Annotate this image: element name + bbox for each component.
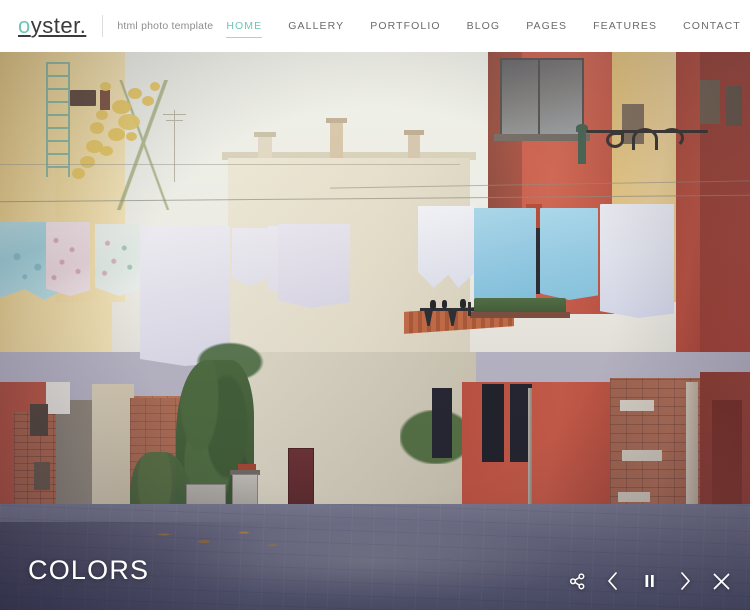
photo-vignette xyxy=(0,52,750,610)
share-icon[interactable] xyxy=(566,570,588,592)
close-icon[interactable] xyxy=(710,570,732,592)
brand-divider xyxy=(102,15,104,37)
nav-item-home[interactable]: HOME xyxy=(213,16,275,38)
slide-title: COLORS xyxy=(28,555,150,585)
nav-item-portfolio[interactable]: PORTFOLIO xyxy=(357,16,453,37)
nav-item-blog[interactable]: BLOG xyxy=(454,16,514,37)
hero-slideshow[interactable]: COLORS xyxy=(0,52,750,610)
nav-item-pages[interactable]: PAGES xyxy=(513,16,580,37)
nav-item-contact[interactable]: CONTACT xyxy=(670,16,750,37)
main-navigation: HOME GALLERY PORTFOLIO BLOG PAGES FEATUR… xyxy=(213,13,750,39)
nav-item-features[interactable]: FEATURES xyxy=(580,16,670,37)
nav-item-gallery[interactable]: GALLERY xyxy=(275,16,357,37)
brand-block: oyster. html photo template xyxy=(0,15,213,37)
site-header: oyster. html photo template HOME GALLERY… xyxy=(0,0,750,52)
chevron-left-icon[interactable] xyxy=(602,570,624,592)
site-logo[interactable]: oyster. xyxy=(18,15,86,37)
site-tagline: html photo template xyxy=(117,20,214,32)
slide-photo xyxy=(0,52,750,610)
pause-icon[interactable] xyxy=(638,570,660,592)
chevron-right-icon[interactable] xyxy=(674,570,696,592)
logo-accent-letter: o xyxy=(18,13,31,38)
logo-rest: yster. xyxy=(30,13,87,38)
slideshow-controls xyxy=(566,570,732,592)
